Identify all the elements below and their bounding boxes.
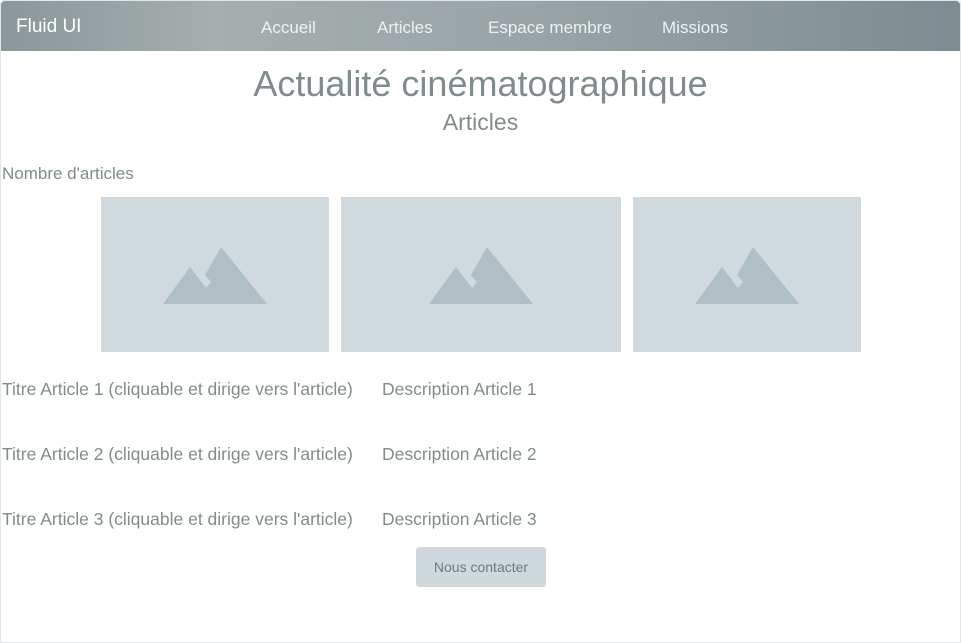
nav-link-accueil[interactable]: Accueil [261,18,316,38]
article-description: Description Article 1 [382,379,537,399]
contact-button[interactable]: Nous contacter [416,547,546,587]
app-frame: Fluid UI Accueil Articles Espace membre … [0,0,961,643]
article-thumbnail-2[interactable] [341,197,621,352]
article-title-link[interactable]: Titre Article 2 (cliquable et dirige ver… [2,443,353,465]
nav-link-articles[interactable]: Articles [377,18,433,38]
article-title-link[interactable]: Titre Article 3 (cliquable et dirige ver… [2,508,353,530]
image-placeholder-icon [695,246,799,304]
nav-link-espace-membre[interactable]: Espace membre [488,18,612,38]
top-navbar: Fluid UI Accueil Articles Espace membre … [1,1,960,51]
article-thumbnail-3[interactable] [633,197,861,352]
article-count-label: Nombre d'articles [2,164,134,183]
page-subtitle: Articles [442,109,519,135]
nav-link-missions[interactable]: Missions [662,18,728,38]
page-title: Actualité cinématographique [253,63,708,104]
brand-logo[interactable]: Fluid UI [16,16,81,38]
image-placeholder-icon [429,246,533,304]
article-title-link[interactable]: Titre Article 1 (cliquable et dirige ver… [2,378,353,400]
image-placeholder-icon [163,246,267,304]
article-description: Description Article 2 [382,444,537,464]
article-description: Description Article 3 [382,509,537,529]
article-thumbnail-1[interactable] [101,197,329,352]
